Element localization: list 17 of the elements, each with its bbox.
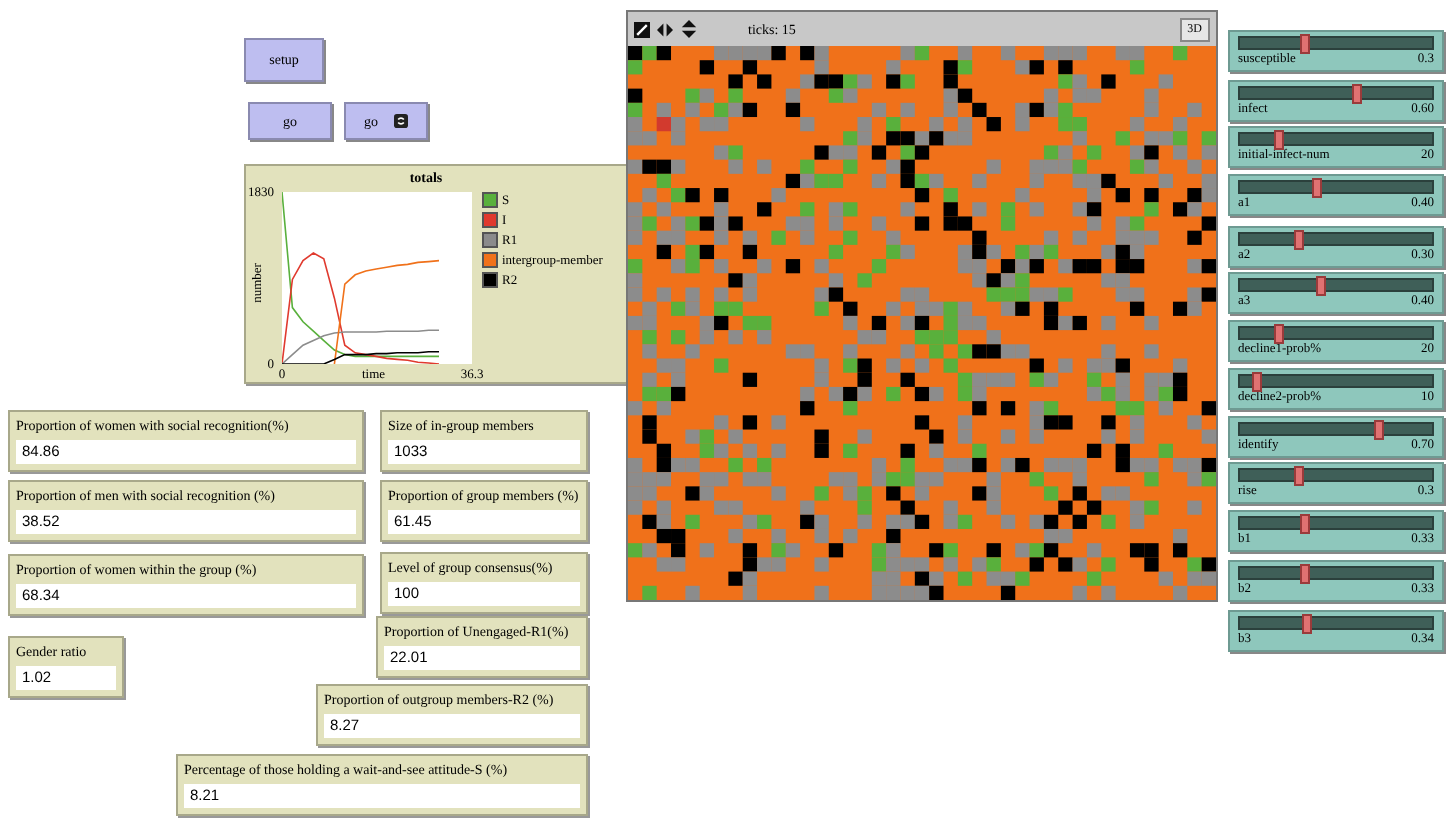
slider-thumb[interactable] [1351,84,1362,104]
slider-thumb[interactable] [1299,514,1310,534]
loop-icon [394,114,408,128]
slider-thumb[interactable] [1274,324,1285,344]
slider-thumb[interactable] [1293,230,1304,250]
slider-thumb[interactable] [1301,614,1312,634]
slider-thumb[interactable] [1299,34,1310,54]
slider-thumb[interactable] [1312,178,1323,198]
slider-thumb[interactable] [1299,564,1310,584]
slider-thumb[interactable] [1293,466,1304,486]
up-down-arrows-icon[interactable] [680,20,698,38]
slider-thumb[interactable] [1316,276,1327,296]
slider-thumb[interactable] [1251,372,1262,392]
slider-thumb[interactable] [1274,130,1285,150]
edit-icon [634,21,650,37]
slider-thumb[interactable] [1374,420,1385,440]
left-right-arrows-icon[interactable] [656,21,674,37]
